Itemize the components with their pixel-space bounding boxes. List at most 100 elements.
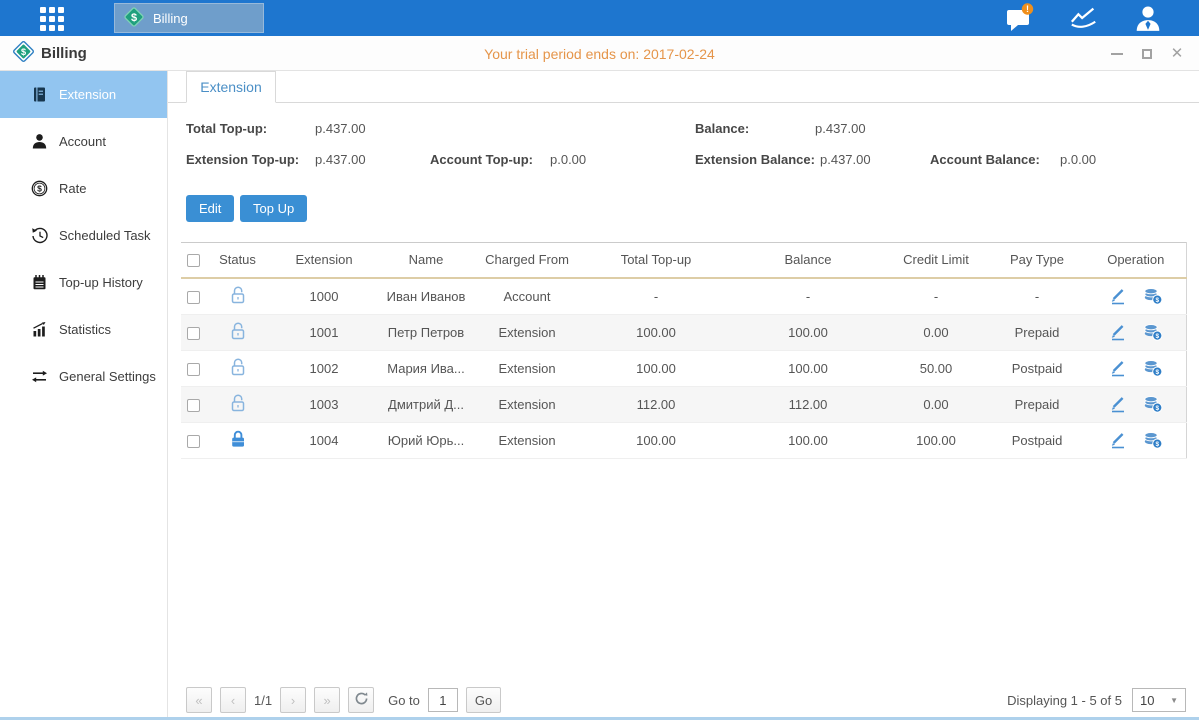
bar-chart-icon bbox=[30, 321, 48, 339]
row-checkbox[interactable] bbox=[187, 399, 200, 412]
row-checkbox[interactable] bbox=[187, 291, 200, 304]
svg-text:$: $ bbox=[1155, 333, 1159, 340]
taskbar: $ Billing ! bbox=[0, 0, 1199, 36]
cell-total-topup: 112.00 bbox=[580, 386, 732, 422]
account-balance-value: p.0.00 bbox=[1060, 152, 1096, 167]
cell-pay-type: Prepaid bbox=[988, 314, 1086, 350]
col-balance: Balance bbox=[732, 243, 884, 278]
topup-coins-icon[interactable]: $ bbox=[1143, 359, 1163, 377]
topup-coins-icon[interactable]: $ bbox=[1143, 431, 1163, 449]
edit-pencil-icon[interactable] bbox=[1109, 359, 1127, 377]
sidebar-item-statistics[interactable]: Statistics bbox=[0, 306, 167, 353]
row-checkbox[interactable] bbox=[187, 327, 200, 340]
svg-text:$: $ bbox=[1155, 369, 1159, 376]
minimize-button[interactable] bbox=[1109, 46, 1125, 62]
account-balance-label: Account Balance: bbox=[930, 152, 1040, 167]
resource-monitor-icon[interactable] bbox=[1069, 4, 1099, 32]
cell-balance: 112.00 bbox=[732, 386, 884, 422]
cell-pay-type: Postpaid bbox=[988, 422, 1086, 458]
user-account-icon[interactable] bbox=[1133, 4, 1163, 32]
sidebar-item-topup-history[interactable]: Top-up History bbox=[0, 259, 167, 306]
lock-open-icon bbox=[229, 365, 247, 380]
cell-total-topup: 100.00 bbox=[580, 350, 732, 386]
sidebar-item-label: Extension bbox=[59, 87, 116, 102]
edit-button[interactable]: Edit bbox=[186, 195, 234, 222]
sidebar-item-rate[interactable]: $ Rate bbox=[0, 165, 167, 212]
ledger-icon bbox=[30, 274, 48, 292]
displaying-text: Displaying 1 - 5 of 5 bbox=[1007, 693, 1122, 708]
total-topup-value: p.437.00 bbox=[315, 121, 366, 136]
cell-name: Петр Петров bbox=[378, 314, 474, 350]
lock-open-icon bbox=[229, 401, 247, 416]
cell-extension: 1000 bbox=[270, 278, 378, 315]
edit-pencil-icon[interactable] bbox=[1109, 323, 1127, 341]
prev-page-button[interactable]: ‹ bbox=[220, 687, 246, 713]
cell-extension: 1001 bbox=[270, 314, 378, 350]
window-titlebar: $ Billing Your trial period ends on: 201… bbox=[0, 36, 1199, 71]
sidebar-item-account[interactable]: Account bbox=[0, 118, 167, 165]
col-extension: Extension bbox=[270, 243, 378, 278]
select-all-checkbox[interactable] bbox=[187, 254, 200, 267]
book-icon bbox=[30, 86, 48, 104]
cell-balance: 100.00 bbox=[732, 314, 884, 350]
edit-pencil-icon[interactable] bbox=[1109, 431, 1127, 449]
pagination-bar: « ‹ 1/1 › » Go to Go bbox=[186, 687, 501, 713]
cell-total-topup: 100.00 bbox=[580, 422, 732, 458]
notifications-icon[interactable]: ! bbox=[1005, 4, 1035, 32]
goto-input[interactable] bbox=[428, 688, 458, 712]
topup-coins-icon[interactable]: $ bbox=[1143, 287, 1163, 305]
cell-charged-from: Account bbox=[474, 278, 580, 315]
svg-text:$: $ bbox=[37, 184, 42, 194]
tab-extension[interactable]: Extension bbox=[186, 71, 276, 103]
refresh-icon bbox=[354, 691, 369, 709]
edit-pencil-icon[interactable] bbox=[1109, 287, 1127, 305]
cell-credit-limit: 0.00 bbox=[884, 386, 988, 422]
row-checkbox[interactable] bbox=[187, 363, 200, 376]
col-operation: Operation bbox=[1086, 243, 1186, 278]
cell-credit-limit: - bbox=[884, 278, 988, 315]
goto-label: Go to bbox=[388, 693, 420, 708]
extension-balance-value: p.437.00 bbox=[820, 152, 871, 167]
taskbar-tab-billing[interactable]: $ Billing bbox=[114, 3, 264, 33]
svg-text:$: $ bbox=[21, 47, 26, 57]
lock-open-icon bbox=[229, 293, 247, 308]
maximize-button[interactable] bbox=[1139, 46, 1155, 62]
cell-charged-from: Extension bbox=[474, 422, 580, 458]
sidebar-item-label: Scheduled Task bbox=[59, 228, 151, 243]
page-size-select[interactable]: 10 ▼ bbox=[1132, 688, 1186, 712]
cell-charged-from: Extension bbox=[474, 386, 580, 422]
table-header-row: Status Extension Name Charged From Total… bbox=[181, 243, 1186, 278]
sidebar: Extension Account $ Rate Scheduled Task … bbox=[0, 71, 168, 717]
close-button[interactable]: ✕ bbox=[1169, 46, 1185, 62]
person-icon bbox=[30, 133, 48, 151]
topup-coins-icon[interactable]: $ bbox=[1143, 323, 1163, 341]
transfer-arrows-icon bbox=[30, 368, 48, 386]
edit-pencil-icon[interactable] bbox=[1109, 395, 1127, 413]
extension-topup-label: Extension Top-up: bbox=[186, 152, 299, 167]
next-page-button[interactable]: › bbox=[280, 687, 306, 713]
sidebar-item-label: Account bbox=[59, 134, 106, 149]
extension-topup-value: p.437.00 bbox=[315, 152, 366, 167]
top-up-button[interactable]: Top Up bbox=[240, 195, 307, 222]
cell-pay-type: Postpaid bbox=[988, 350, 1086, 386]
refresh-button[interactable] bbox=[348, 687, 374, 713]
taskbar-right-icons: ! bbox=[1005, 0, 1163, 36]
window-title: Billing bbox=[41, 45, 87, 62]
go-button[interactable]: Go bbox=[466, 687, 501, 713]
main-content: Extension Total Top-up: p.437.00 Balance… bbox=[168, 71, 1199, 717]
cell-credit-limit: 50.00 bbox=[884, 350, 988, 386]
app-grid-icon[interactable] bbox=[40, 7, 66, 30]
account-topup-value: p.0.00 bbox=[550, 152, 586, 167]
topup-coins-icon[interactable]: $ bbox=[1143, 395, 1163, 413]
sidebar-item-scheduled-task[interactable]: Scheduled Task bbox=[0, 212, 167, 259]
cell-pay-type: - bbox=[988, 278, 1086, 315]
sidebar-item-label: Top-up History bbox=[59, 275, 143, 290]
row-checkbox[interactable] bbox=[187, 435, 200, 448]
first-page-button[interactable]: « bbox=[186, 687, 212, 713]
sidebar-item-extension[interactable]: Extension bbox=[0, 71, 167, 118]
last-page-button[interactable]: » bbox=[314, 687, 340, 713]
sidebar-item-general-settings[interactable]: General Settings bbox=[0, 353, 167, 400]
col-pay-type: Pay Type bbox=[988, 243, 1086, 278]
trial-notice: Your trial period ends on: 2017-02-24 bbox=[0, 36, 1199, 71]
billing-app-window: $ Billing ! bbox=[0, 0, 1199, 720]
